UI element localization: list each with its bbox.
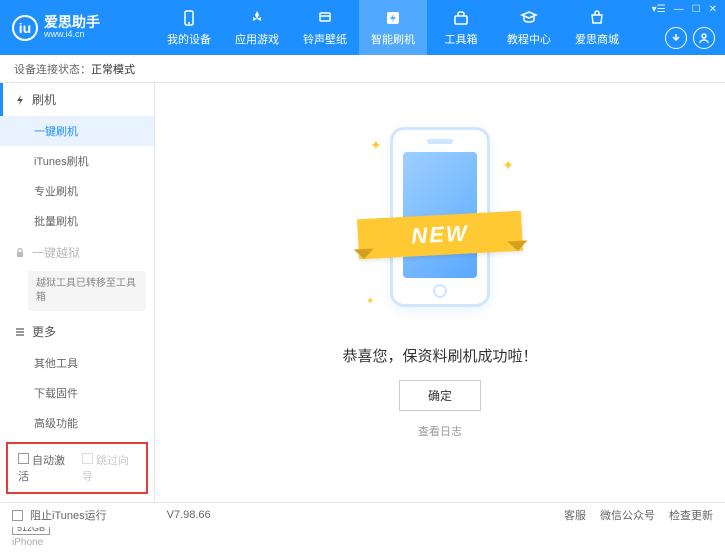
new-ribbon: NEW [357,210,523,259]
nav-flash[interactable]: 智能刷机 [359,0,427,55]
sidebar: 刷机 一键刷机 iTunes刷机 专业刷机 批量刷机 一键越狱 越狱工具已转移至… [0,83,155,502]
window-controls: ▾☰ — ☐ ✕ [652,4,717,15]
nav-label: 工具箱 [445,31,478,47]
sidebar-item-advanced[interactable]: 高级功能 [0,408,154,438]
logo-area: iu 爱思助手 www.i4.cn [0,15,155,41]
phone-illustration: ✦ ✦ ✦ NEW [380,127,500,327]
nav-my-device[interactable]: 我的设备 [155,0,223,55]
footer: 阻止iTunes运行 V7.98.66 客服 微信公众号 检查更新 [0,502,725,527]
list-icon [14,326,26,338]
toolbox-icon [451,8,471,28]
device-type: iPhone [12,537,142,548]
options-highlighted: 自动激活 跳过向导 [6,442,148,494]
status-bar: 设备连接状态： 正常模式 [0,55,725,83]
app-url: www.i4.cn [44,30,100,40]
minimize-icon[interactable]: — [674,4,684,15]
view-log-link[interactable]: 查看日志 [418,423,462,439]
user-button[interactable] [693,27,715,49]
nav-shop[interactable]: 爱思商城 [563,0,631,55]
app-name: 爱思助手 [44,15,100,30]
skip-guide-checkbox[interactable]: 跳过向导 [82,452,136,484]
tutorial-icon [519,8,539,28]
sidebar-item-pro[interactable]: 专业刷机 [0,176,154,206]
sidebar-item-oneclick[interactable]: 一键刷机 [0,116,154,146]
flash-small-icon [14,94,26,106]
nav-label: 智能刷机 [371,31,415,47]
confirm-button[interactable]: 确定 [399,380,481,411]
top-nav: 我的设备 应用游戏 铃声壁纸 智能刷机 工具箱 教程中心 爱思商城 [155,0,631,55]
shop-icon [587,8,607,28]
maximize-icon[interactable]: ☐ [692,4,701,15]
flash-icon [383,8,403,28]
apps-icon [247,8,267,28]
section-title: 更多 [32,323,56,340]
section-title: 刷机 [32,91,56,108]
menu-icon[interactable]: ▾☰ [652,4,666,15]
app-header: iu 爱思助手 www.i4.cn 我的设备 应用游戏 铃声壁纸 智能刷机 工具… [0,0,725,55]
sidebar-section-more[interactable]: 更多 [0,315,154,348]
nav-toolbox[interactable]: 工具箱 [427,0,495,55]
footer-link-support[interactable]: 客服 [564,507,586,523]
footer-link-wechat[interactable]: 微信公众号 [600,507,655,523]
nav-label: 爱思商城 [575,31,619,47]
sidebar-item-batch[interactable]: 批量刷机 [0,206,154,236]
auto-activate-checkbox[interactable]: 自动激活 [18,452,72,484]
close-icon[interactable]: ✕ [709,4,717,15]
jailbreak-info: 越狱工具已转移至工具箱 [28,271,146,311]
status-label: 设备连接状态： [14,61,91,77]
nav-ringtone[interactable]: 铃声壁纸 [291,0,359,55]
lock-icon [14,247,26,259]
sidebar-item-itunes[interactable]: iTunes刷机 [0,146,154,176]
logo-icon: iu [12,15,38,41]
block-itunes-label: 阻止iTunes运行 [30,507,107,523]
nav-label: 铃声壁纸 [303,31,347,47]
sidebar-item-download[interactable]: 下载固件 [0,378,154,408]
download-button[interactable] [665,27,687,49]
sidebar-section-flash[interactable]: 刷机 [0,83,154,116]
version-label: V7.98.66 [167,509,211,521]
status-value: 正常模式 [91,61,135,77]
nav-label: 教程中心 [507,31,551,47]
sidebar-item-other[interactable]: 其他工具 [0,348,154,378]
device-icon [179,8,199,28]
section-title: 一键越狱 [32,244,80,261]
sidebar-section-jailbreak[interactable]: 一键越狱 [0,236,154,269]
success-message: 恭喜您，保资料刷机成功啦！ [342,345,537,366]
block-itunes-checkbox[interactable] [12,510,23,521]
ringtone-icon [315,8,335,28]
nav-label: 我的设备 [167,31,211,47]
main-content: ✦ ✦ ✦ NEW 恭喜您，保资料刷机成功啦！ 确定 查看日志 [155,83,725,502]
nav-tutorial[interactable]: 教程中心 [495,0,563,55]
nav-apps[interactable]: 应用游戏 [223,0,291,55]
footer-link-update[interactable]: 检查更新 [669,507,713,523]
nav-label: 应用游戏 [235,31,279,47]
